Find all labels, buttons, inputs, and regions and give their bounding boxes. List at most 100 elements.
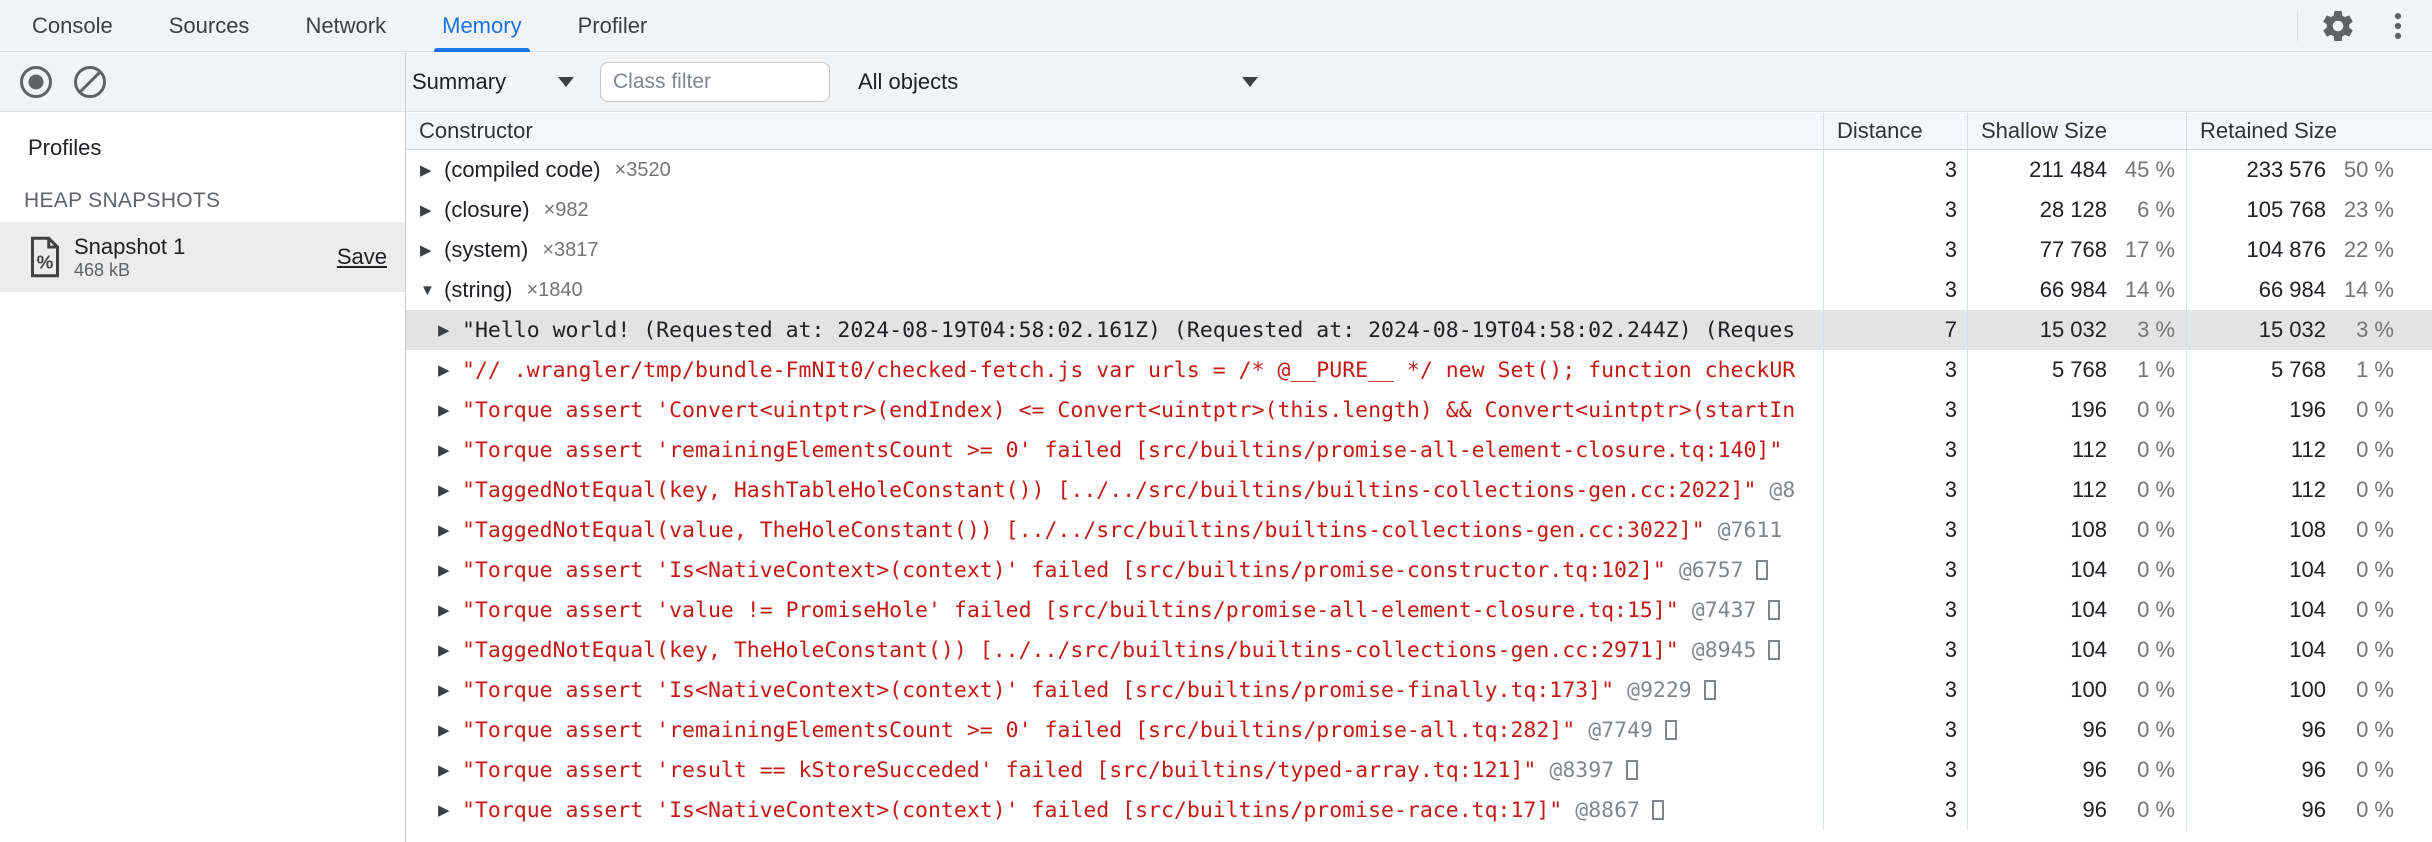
string-value: "Torque assert 'remainingElementsCount >… bbox=[462, 717, 1576, 743]
heap-row-string[interactable]: ▶ "Torque assert 'remainingElementsCount … bbox=[406, 710, 2432, 750]
shallow-size-value: 196 bbox=[2070, 397, 2107, 422]
retained-size-cell: 104 0 % bbox=[2186, 550, 2432, 590]
record-icon bbox=[20, 66, 52, 98]
disclosure-collapsed-icon[interactable]: ▶ bbox=[420, 161, 444, 179]
shallow-size-cell: 211 484 45 % bbox=[1967, 150, 2186, 190]
tab-network[interactable]: Network bbox=[277, 0, 414, 51]
shallow-size-cell: 28 128 6 % bbox=[1967, 190, 2186, 230]
object-id: @8867 bbox=[1575, 797, 1640, 823]
shallow-size-cell: 104 0 % bbox=[1967, 630, 2186, 670]
retained-size-cell: 196 0 % bbox=[2186, 390, 2432, 430]
heap-row-group[interactable]: ▶ (compiled code) ×3520 3 211 484 45 % 233 576… bbox=[406, 150, 2432, 190]
distance-cell: 3 bbox=[1823, 550, 1967, 590]
constructor-name: (system) bbox=[444, 237, 529, 262]
tab-profiler-label: Profiler bbox=[577, 12, 648, 38]
shallow-size-value: 104 bbox=[2070, 597, 2107, 622]
snapshot-title: Snapshot 1 bbox=[74, 233, 186, 259]
shallow-size-cell: 15 032 3 % bbox=[1967, 310, 2186, 350]
disclosure-collapsed-icon[interactable]: ▶ bbox=[420, 201, 444, 219]
retained-size-cell: 15 032 3 % bbox=[2186, 310, 2432, 350]
disclosure-collapsed-icon[interactable]: ▶ bbox=[438, 601, 462, 619]
save-snapshot-link[interactable]: Save bbox=[337, 244, 387, 270]
heap-row-string[interactable]: ▶ "Torque assert 'Is<NativeContext>(conte… bbox=[406, 790, 2432, 830]
tab-profiler[interactable]: Profiler bbox=[550, 0, 676, 51]
retained-size-value: 96 bbox=[2301, 797, 2326, 822]
constructor-name: (string) bbox=[444, 277, 513, 302]
disclosure-collapsed-icon[interactable]: ▶ bbox=[438, 721, 462, 739]
retained-size-value: 100 bbox=[2289, 677, 2326, 702]
retained-size-value: 15 032 bbox=[2258, 317, 2326, 342]
record-heap-snapshot-button[interactable] bbox=[16, 62, 56, 102]
disclosure-collapsed-icon[interactable]: ▶ bbox=[438, 561, 462, 579]
column-header-constructor[interactable]: Constructor bbox=[406, 113, 1823, 149]
disclosure-collapsed-icon[interactable]: ▶ bbox=[438, 481, 462, 499]
settings-button[interactable] bbox=[2318, 6, 2358, 46]
shallow-size-cell: 66 984 14 % bbox=[1967, 270, 2186, 310]
shallow-size-percent: 0 % bbox=[2137, 437, 2175, 462]
constructor-name: (closure) bbox=[444, 197, 530, 222]
heap-row-string[interactable]: ▶ "Torque assert 'Is<NativeContext>(conte… bbox=[406, 670, 2432, 710]
retained-size-value: 96 bbox=[2301, 757, 2326, 782]
tab-console-label: Console bbox=[32, 12, 113, 38]
shallow-size-percent: 0 % bbox=[2137, 557, 2175, 582]
column-header-retained-size[interactable]: Retained Size bbox=[2186, 113, 2432, 149]
missing-glyph-box bbox=[1768, 640, 1781, 660]
column-header-shallow-size[interactable]: Shallow Size bbox=[1967, 113, 2186, 149]
shallow-size-cell: 112 0 % bbox=[1967, 430, 2186, 470]
retained-size-value: 112 bbox=[2290, 477, 2326, 502]
heap-row-string[interactable]: ▶ "Torque assert 'Convert<uintptr>(endInd… bbox=[406, 390, 2432, 430]
perspective-select[interactable]: Summary bbox=[412, 69, 574, 95]
disclosure-collapsed-icon[interactable]: ▶ bbox=[438, 681, 462, 699]
string-value: "Torque assert 'Is<NativeContext>(contex… bbox=[462, 677, 1615, 703]
disclosure-collapsed-icon[interactable]: ▶ bbox=[438, 361, 462, 379]
retained-size-cell: 112 0 % bbox=[2186, 470, 2432, 510]
heap-row-string[interactable]: ▶ "// .wrangler/tmp/bundle-FmNIt0/checked… bbox=[406, 350, 2432, 390]
tab-memory[interactable]: Memory bbox=[414, 0, 549, 52]
missing-glyph-box bbox=[1703, 680, 1716, 700]
heap-row-string[interactable]: ▶ "Torque assert 'value != PromiseHole' f… bbox=[406, 590, 2432, 630]
shallow-size-value: 104 bbox=[2070, 557, 2107, 582]
tab-sources[interactable]: Sources bbox=[141, 0, 278, 51]
retained-size-cell: 100 0 % bbox=[2186, 670, 2432, 710]
string-value: "Torque assert 'Convert<uintptr>(endInde… bbox=[462, 397, 1796, 423]
column-header-distance[interactable]: Distance bbox=[1823, 113, 1967, 149]
disclosure-collapsed-icon[interactable]: ▶ bbox=[420, 241, 444, 259]
distance-cell: 3 bbox=[1823, 350, 1967, 390]
heap-row-group[interactable]: ▶ (closure) ×982 3 28 128 6 % 105 768 23 % bbox=[406, 190, 2432, 230]
heap-row-string[interactable]: ▶ "TaggedNotEqual(key, TheHoleConstant())… bbox=[406, 630, 2432, 670]
distance-cell: 3 bbox=[1823, 270, 1967, 310]
disclosure-collapsed-icon[interactable]: ▶ bbox=[438, 521, 462, 539]
heap-row-string[interactable]: ▶ "Hello world! (Requested at: 2024-08-19… bbox=[406, 310, 2432, 350]
disclosure-collapsed-icon[interactable]: ▶ bbox=[438, 321, 462, 339]
sidebar-item-snapshot-1[interactable]: % Snapshot 1 468 kB Save bbox=[0, 222, 405, 292]
shallow-size-percent: 0 % bbox=[2137, 637, 2175, 662]
heap-row-string[interactable]: ▶ "Torque assert 'Is<NativeContext>(conte… bbox=[406, 550, 2432, 590]
heap-snapshot-grid: Constructor Distance Shallow Size Retain… bbox=[406, 113, 2432, 842]
disclosure-collapsed-icon[interactable]: ▶ bbox=[438, 761, 462, 779]
class-filter-input[interactable] bbox=[600, 62, 830, 102]
tabbar-divider bbox=[2297, 10, 2298, 41]
retained-size-cell: 104 876 22 % bbox=[2186, 230, 2432, 270]
more-options-button[interactable] bbox=[2378, 6, 2418, 46]
disclosure-collapsed-icon[interactable]: ▶ bbox=[438, 441, 462, 459]
heap-row-string[interactable]: ▶ "Torque assert 'result == kStoreSuccede… bbox=[406, 750, 2432, 790]
shallow-size-percent: 0 % bbox=[2137, 477, 2175, 502]
constructor-cell: ▶ "Torque assert 'Convert<uintptr>(endInd… bbox=[406, 390, 1823, 430]
disclosure-expanded-icon[interactable]: ▼ bbox=[420, 282, 444, 299]
snapshot-text: Snapshot 1 468 kB bbox=[74, 234, 185, 281]
distance-cell: 3 bbox=[1823, 190, 1967, 230]
string-value: "Torque assert 'value != PromiseHole' fa… bbox=[462, 597, 1679, 623]
disclosure-collapsed-icon[interactable]: ▶ bbox=[438, 641, 462, 659]
disclosure-collapsed-icon[interactable]: ▶ bbox=[438, 801, 462, 819]
heap-row-string[interactable]: ▶ "TaggedNotEqual(value, TheHoleConstant(… bbox=[406, 510, 2432, 550]
heap-row-string[interactable]: ▶ "TaggedNotEqual(key, HashTableHoleConst… bbox=[406, 470, 2432, 510]
heap-row-group[interactable]: ▼ (string) ×1840 3 66 984 14 % 66 984 14 % bbox=[406, 270, 2432, 310]
clear-profiles-button[interactable] bbox=[70, 62, 110, 102]
shallow-size-percent: 6 % bbox=[2137, 197, 2175, 222]
heap-row-group[interactable]: ▶ (system) ×3817 3 77 768 17 % 104 876 22 % bbox=[406, 230, 2432, 270]
shallow-size-value: 108 bbox=[2070, 517, 2107, 542]
heap-row-string[interactable]: ▶ "Torque assert 'remainingElementsCount … bbox=[406, 430, 2432, 470]
disclosure-collapsed-icon[interactable]: ▶ bbox=[438, 401, 462, 419]
tab-console[interactable]: Console bbox=[4, 0, 141, 51]
objects-filter-select[interactable]: All objects bbox=[858, 69, 1258, 95]
